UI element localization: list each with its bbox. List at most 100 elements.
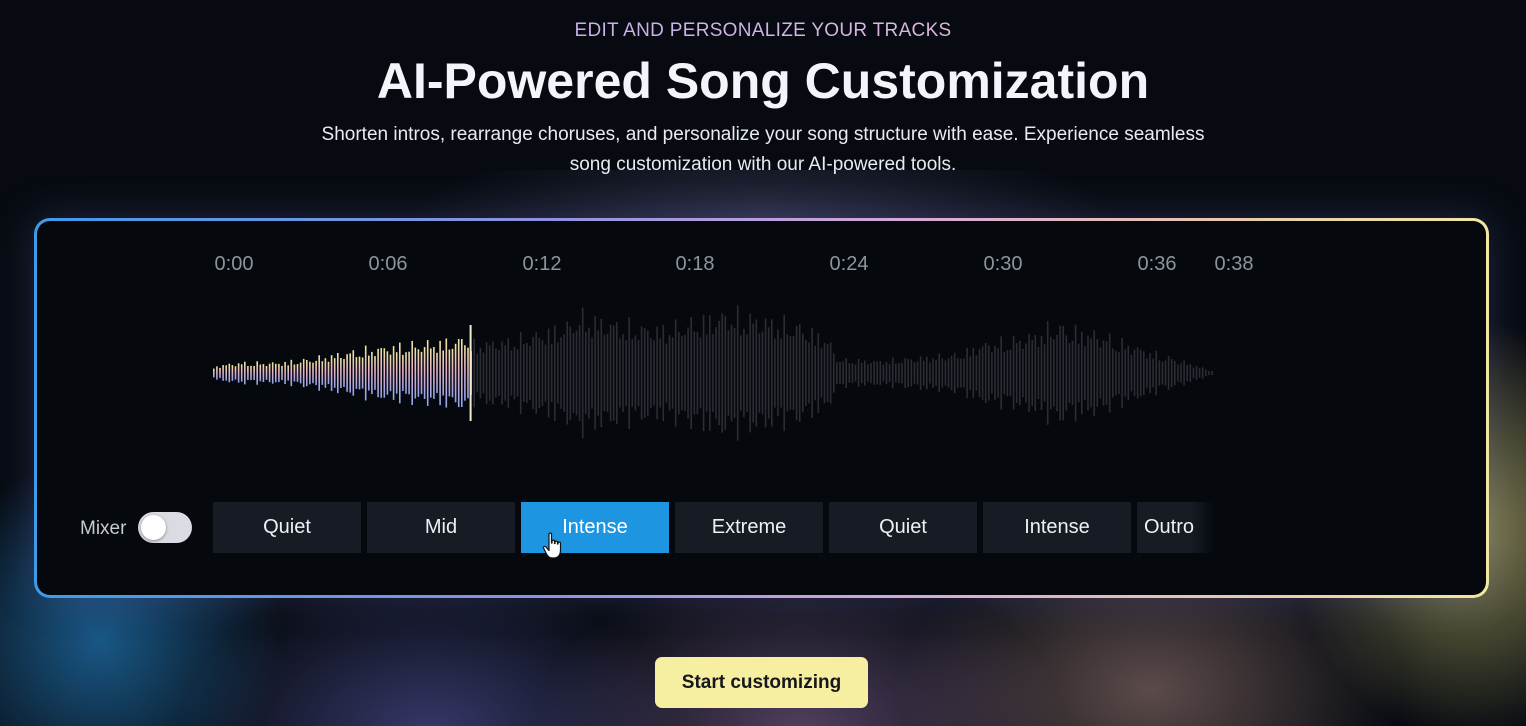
- waveform-bar: [988, 345, 990, 401]
- audio-waveform[interactable]: [37, 291, 1486, 531]
- waveform-bar: [609, 324, 612, 422]
- waveform-bar: [966, 347, 968, 399]
- waveform-bar: [727, 330, 730, 416]
- waveform-bar: [1009, 349, 1012, 397]
- mixer-toggle-knob[interactable]: [141, 515, 166, 540]
- waveform-bar: [1040, 335, 1043, 410]
- waveform-bar: [910, 359, 913, 387]
- waveform-bar: [231, 365, 234, 381]
- waveform-bar: [526, 343, 528, 403]
- waveform-bar: [1071, 340, 1074, 406]
- waveform-bar: [244, 361, 246, 385]
- waveform-bar: [975, 355, 978, 391]
- waveform-bar: [836, 361, 838, 385]
- waveform-bar: [771, 319, 773, 427]
- waveform-bar: [541, 340, 544, 407]
- waveform-bar: [293, 364, 296, 382]
- waveform-bar: [622, 334, 624, 412]
- waveform-bar: [454, 343, 457, 403]
- waveform-bar: [1043, 344, 1046, 402]
- waveform-bar: [696, 332, 699, 415]
- waveform-bar: [978, 349, 981, 397]
- waveform-bar: [634, 335, 637, 411]
- waveform-bar: [402, 354, 404, 391]
- waveform-bar: [724, 315, 727, 431]
- waveform-bar: [1012, 336, 1015, 410]
- waveform-bar: [631, 339, 634, 407]
- time-label: 0:00: [214, 253, 254, 275]
- start-customizing-button[interactable]: Start customizing: [655, 657, 868, 708]
- waveform-bar: [774, 338, 776, 408]
- waveform-bar: [758, 333, 761, 413]
- waveform-bar: [299, 362, 302, 384]
- waveform-bar: [935, 360, 937, 386]
- waveform-bar: [612, 325, 615, 421]
- waveform-bar: [820, 348, 823, 398]
- waveform-bar: [392, 346, 395, 400]
- segment-button-mid[interactable]: Mid: [367, 502, 515, 553]
- segment-button-quiet[interactable]: Quiet: [213, 502, 361, 553]
- waveform-bar: [1068, 343, 1071, 404]
- waveform-bar: [656, 326, 658, 420]
- waveform-bar: [346, 354, 348, 392]
- waveform-bar: [430, 348, 432, 398]
- waveform-bar: [296, 364, 299, 382]
- waveform-bar: [687, 327, 689, 419]
- waveform-bar: [560, 337, 562, 409]
- waveform-bar: [808, 342, 810, 404]
- waveform-bar: [383, 348, 386, 398]
- waveform-bar: [569, 326, 572, 420]
- waveform-bar: [417, 349, 420, 397]
- segment-button-outro[interactable]: Outro: [1137, 502, 1215, 553]
- waveform-bar: [1025, 343, 1027, 403]
- waveform-bar: [637, 339, 640, 407]
- waveform-bar: [845, 357, 847, 389]
- waveform-bar: [519, 332, 522, 414]
- waveform-bar: [457, 339, 460, 408]
- waveform-bar: [501, 341, 503, 405]
- playhead[interactable]: [469, 325, 472, 421]
- waveform-bar: [585, 331, 587, 415]
- segment-button-quiet-2[interactable]: Quiet: [829, 502, 977, 553]
- waveform-bar: [597, 330, 599, 416]
- waveform-bar: [947, 358, 950, 388]
- waveform-bar: [752, 323, 754, 423]
- waveform-bar: [337, 353, 339, 394]
- waveform-bar: [1118, 352, 1120, 394]
- waveform-bar: [1037, 347, 1040, 399]
- waveform-bar: [488, 345, 491, 401]
- waveform-bar: [1034, 335, 1037, 411]
- waveform-bar: [616, 322, 618, 424]
- waveform-bar: [606, 333, 609, 413]
- waveform-bar: [941, 358, 944, 388]
- waveform-bar: [907, 358, 909, 387]
- waveform-bar: [1174, 360, 1176, 386]
- waveform-bar: [817, 333, 820, 413]
- waveform-bar: [882, 364, 885, 382]
- waveform-bar: [1152, 358, 1154, 388]
- mixer-toggle[interactable]: [138, 512, 192, 543]
- waveform-bar: [405, 352, 407, 394]
- waveform-bar: [1164, 360, 1167, 386]
- waveform-bar: [1167, 356, 1170, 390]
- waveform-bar: [1015, 343, 1018, 403]
- waveform-bar: [662, 324, 665, 422]
- waveform-bar: [972, 348, 975, 399]
- waveform-bar: [678, 331, 680, 415]
- waveform-bar: [315, 360, 317, 386]
- waveform-bar: [960, 358, 962, 388]
- waveform-bar: [1192, 367, 1195, 379]
- waveform-bar: [265, 366, 268, 380]
- segment-button-extreme[interactable]: Extreme: [675, 502, 823, 553]
- waveform-bar: [653, 340, 655, 406]
- waveform-bar: [755, 319, 758, 427]
- waveform-bar: [823, 342, 826, 404]
- waveform-bar: [408, 351, 410, 395]
- waveform-bar: [1065, 335, 1068, 411]
- waveform-bar: [476, 353, 479, 393]
- waveform-bar: [464, 345, 466, 401]
- segment-button-intense-2[interactable]: Intense: [983, 502, 1131, 553]
- waveform-bar: [284, 361, 286, 384]
- waveform-bar: [321, 361, 324, 385]
- waveform-bar: [547, 328, 550, 418]
